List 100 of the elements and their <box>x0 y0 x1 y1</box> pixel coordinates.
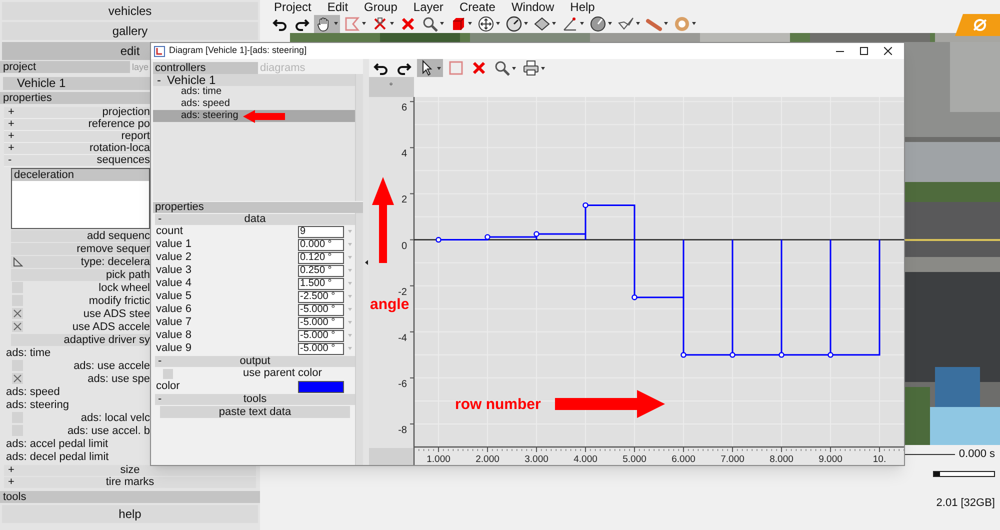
tree-item[interactable]: ads: time <box>153 86 355 98</box>
input-field[interactable]: -5.000 ° <box>298 342 344 354</box>
expand-toggle[interactable]: - <box>158 394 162 405</box>
section-header[interactable]: - sequences <box>4 155 150 167</box>
callout-arrow <box>243 110 285 123</box>
data-point[interactable] <box>778 352 784 358</box>
toolbar-button[interactable] <box>521 59 547 77</box>
scrollbar[interactable] <box>355 74 363 201</box>
data-point[interactable] <box>436 236 442 243</box>
input-field[interactable]: 0.000 ° <box>298 238 344 250</box>
field-label: ads: decel pedal limit <box>6 450 109 462</box>
expand-toggle[interactable]: - <box>158 214 162 225</box>
section-header[interactable]: - data <box>155 214 355 225</box>
toolbar-button[interactable] <box>504 14 530 32</box>
expand-toggle[interactable]: + <box>4 131 14 142</box>
expand-toggle[interactable]: - <box>153 71 165 89</box>
version-label: 2.01 [32GB] <box>936 496 995 510</box>
data-point[interactable] <box>828 352 834 358</box>
collapse-arrow-icon[interactable] <box>364 260 368 264</box>
vehicle-item[interactable]: Vehicle 1 <box>3 77 150 90</box>
section-label: size <box>120 465 140 476</box>
scrollbar[interactable] <box>355 213 363 465</box>
dropdown-icon <box>348 243 352 246</box>
data-point[interactable] <box>730 352 736 358</box>
expand-toggle[interactable]: + <box>8 477 14 488</box>
data-point[interactable] <box>534 231 540 237</box>
checkbox[interactable] <box>163 368 173 378</box>
sequence-list[interactable]: deceleration <box>11 168 150 229</box>
timeline-slider[interactable] <box>933 470 995 476</box>
section-header[interactable]: + tire marks <box>4 477 256 488</box>
menu-item[interactable]: Project <box>274 0 312 14</box>
toolbar-button[interactable] <box>532 14 558 32</box>
panel-button[interactable]: type: decelera <box>11 256 150 268</box>
nav-button[interactable]: gallery <box>2 22 258 40</box>
dropdown-icon <box>348 269 352 272</box>
data-point[interactable] <box>484 234 490 240</box>
checkbox-label: ads: use accel. b <box>67 424 150 436</box>
menu-item[interactable]: Edit <box>327 0 348 14</box>
checkbox[interactable] <box>12 308 23 319</box>
section-header[interactable]: + size <box>4 465 256 476</box>
section-header[interactable]: - tools <box>155 394 355 405</box>
cube-icon <box>450 16 466 32</box>
panel-button[interactable]: pick path <box>11 269 150 281</box>
input-field[interactable]: -5.000 ° <box>298 316 344 328</box>
expand-toggle[interactable]: - <box>4 155 12 166</box>
expand-toggle[interactable]: + <box>4 143 14 154</box>
data-point[interactable] <box>632 294 638 300</box>
panel-button[interactable]: adaptive driver sy <box>11 334 150 346</box>
color-swatch[interactable] <box>298 380 344 392</box>
menu-item[interactable]: Window <box>511 0 554 14</box>
tree-item[interactable]: ads: speed <box>153 98 355 110</box>
input-field[interactable]: 0.120 ° <box>298 252 344 264</box>
section-header[interactable]: + report <box>4 131 150 143</box>
section-header[interactable]: + reference po <box>4 119 150 131</box>
menu-item[interactable]: Group <box>364 0 398 14</box>
toolbar-button[interactable] <box>314 14 340 32</box>
data-point[interactable] <box>680 352 686 358</box>
minimize-icon <box>836 50 844 52</box>
menu-item[interactable]: Create <box>459 0 496 14</box>
data-point[interactable] <box>582 202 588 208</box>
toolbar-button[interactable] <box>417 59 443 77</box>
input-field[interactable]: 9 <box>298 226 344 238</box>
field-label: color <box>155 379 181 394</box>
expand-toggle[interactable]: + <box>8 465 14 476</box>
section-header[interactable]: + projection <box>4 107 150 119</box>
section-header[interactable]: - output <box>155 356 355 367</box>
checkbox-label: modify frictic <box>88 294 150 306</box>
panel-tab[interactable]: project <box>0 61 130 73</box>
toolbar-button[interactable] <box>476 14 502 32</box>
input-field[interactable]: -5.000 ° <box>298 330 344 342</box>
dropdown-icon <box>348 256 352 259</box>
menu-item[interactable]: Layer <box>413 0 444 14</box>
input-field[interactable]: -2.500 ° <box>298 290 344 302</box>
gauge-icon <box>506 16 522 32</box>
y-tick-label: -4 <box>398 332 407 344</box>
help-button[interactable]: help <box>2 505 258 523</box>
input-field[interactable]: 1.500 ° <box>298 278 344 290</box>
checkbox[interactable] <box>12 373 23 384</box>
expand-toggle[interactable]: + <box>4 119 14 130</box>
toolbar-button[interactable] <box>588 14 614 32</box>
input-field[interactable]: 0.250 ° <box>298 264 344 276</box>
menu-item[interactable]: Help <box>570 0 595 14</box>
nav-button[interactable]: vehicles <box>2 2 258 20</box>
input-field[interactable]: -5.000 ° <box>298 304 344 316</box>
pane-tab[interactable]: controllers <box>153 62 258 74</box>
zoom-icon <box>422 16 438 32</box>
section-header[interactable]: + rotation-loca <box>4 143 150 155</box>
panel-button[interactable]: remove sequer <box>11 243 150 255</box>
x-tick-label: 1.000 <box>426 454 450 465</box>
expand-toggle[interactable]: - <box>158 356 162 367</box>
panel-button[interactable]: add sequenc <box>11 230 150 242</box>
checkbox[interactable] <box>12 321 23 332</box>
callout-label: row number <box>455 396 541 414</box>
paste-button[interactable]: paste text data <box>160 406 350 418</box>
tree-item[interactable]: - Vehicle 1 <box>153 74 355 86</box>
field-label: value 2 <box>155 250 192 265</box>
x-tick-label: 3.000 <box>524 454 548 465</box>
field-label: ads: accel pedal limit <box>6 438 108 450</box>
axis-corner <box>369 448 413 465</box>
expand-toggle[interactable]: + <box>4 107 14 118</box>
